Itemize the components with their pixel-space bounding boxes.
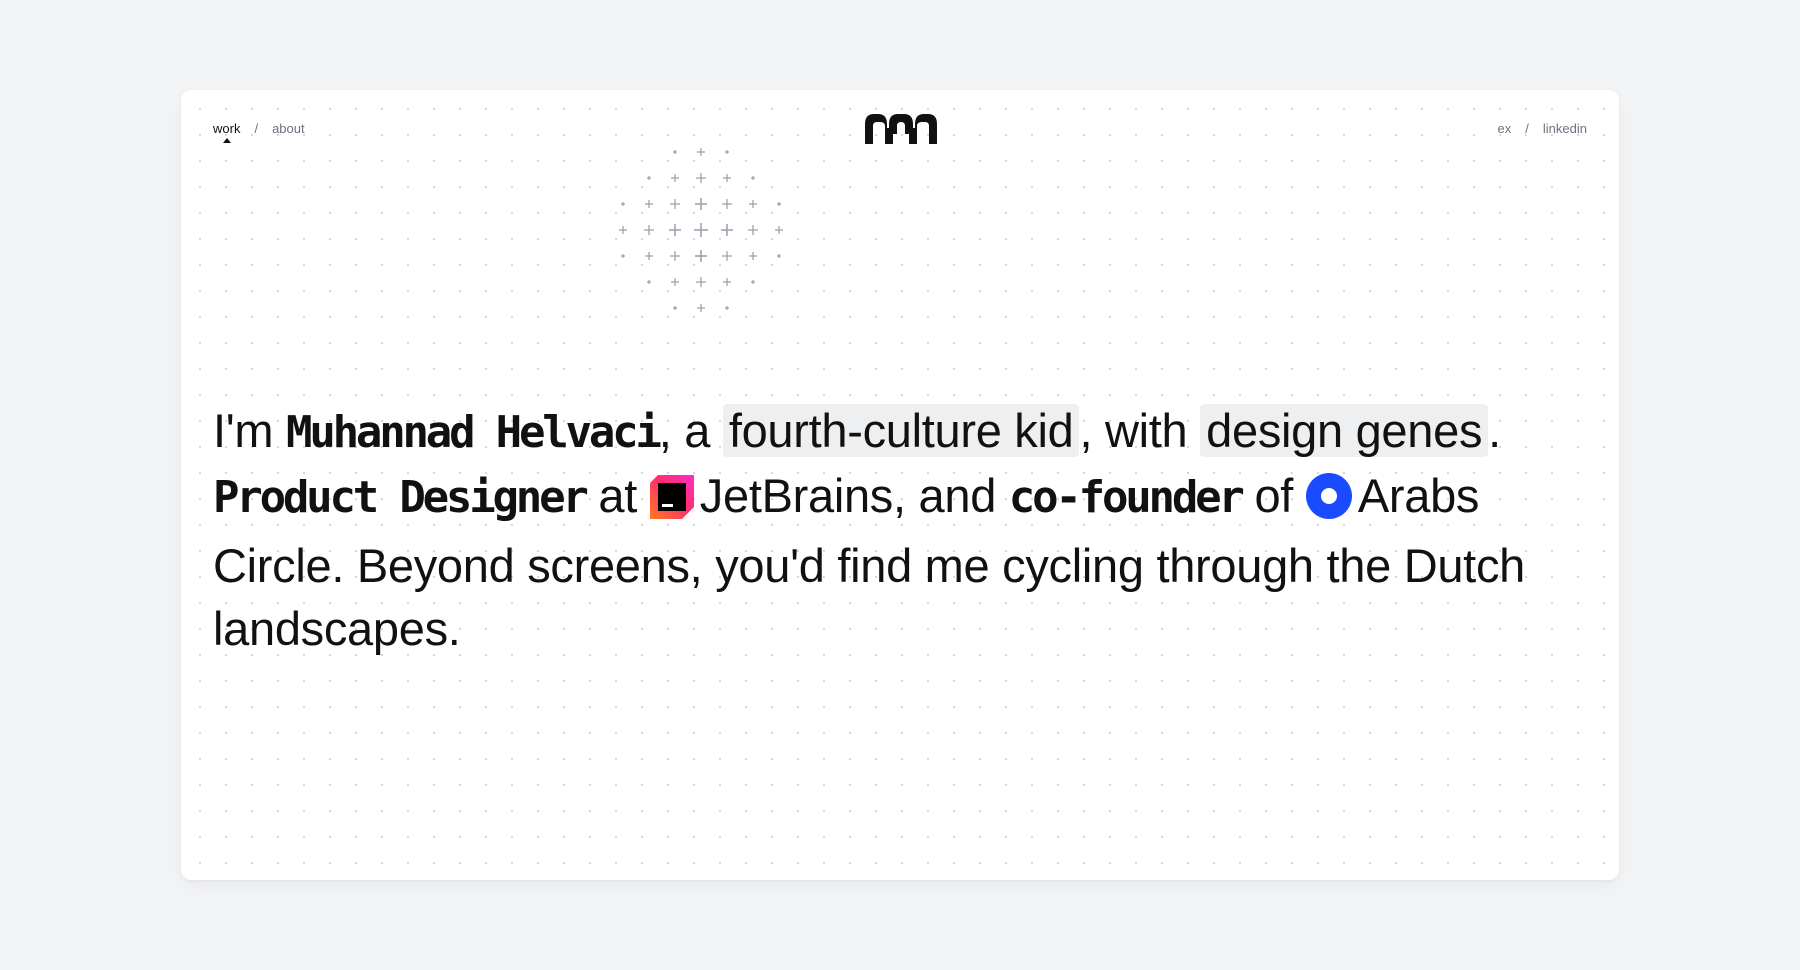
bio-text: , a: [658, 404, 723, 457]
design-genes-highlight[interactable]: design genes: [1200, 404, 1489, 457]
fourth-culture-kid-highlight[interactable]: fourth-culture kid: [722, 404, 1080, 457]
sparkle-plus: [749, 200, 757, 208]
primary-nav: work / about: [213, 121, 305, 143]
sparkle-plus: [645, 200, 653, 208]
sparkle-plus: [723, 278, 731, 286]
sparkle-plus: [725, 150, 729, 154]
sparkle-plus: [696, 173, 706, 183]
sparkle-plus: [697, 304, 705, 312]
sparkle-plus: [751, 176, 755, 180]
sparkle-plus: [647, 176, 651, 180]
nav-work-link[interactable]: work: [213, 121, 240, 143]
plus-sparkle-icon: [601, 130, 801, 330]
jetbrains-logo-icon: [649, 471, 694, 534]
sparkle-plus: [621, 202, 625, 206]
sparkle-plus: [671, 278, 679, 286]
bio-text: at: [585, 469, 650, 522]
jetbrains-link[interactable]: JetBrains: [700, 469, 894, 522]
sparkle-plus: [721, 224, 733, 236]
bio-text: , and: [893, 469, 1009, 522]
bio-name: Muhannad Helvaci: [286, 407, 662, 458]
sparkle-plus: [723, 174, 731, 182]
sparkle-plus: [722, 251, 732, 261]
bio-intro: I'm: [213, 404, 287, 457]
nav-linkedin-link[interactable]: linkedin: [1543, 121, 1587, 136]
sparkle-plus: [722, 199, 732, 209]
sparkle-plus: [725, 306, 729, 310]
m-logo-icon[interactable]: [865, 114, 937, 144]
sparkle-plus: [673, 306, 677, 310]
sparkle-plus: [749, 252, 757, 260]
nav-separator: /: [254, 121, 259, 136]
bio-paragraph: I'm Muhannad Helvaci, a fourth-culture k…: [213, 399, 1603, 660]
nav-ex-link[interactable]: ex: [1498, 121, 1512, 136]
active-indicator-icon: [222, 138, 231, 143]
sparkle-plus: [673, 150, 677, 154]
sparkle-plus: [645, 252, 653, 260]
sparkle-plus: [670, 199, 680, 209]
sparkle-plus: [697, 148, 705, 156]
sparkle-plus: [696, 277, 706, 287]
bio-text: of: [1241, 469, 1306, 522]
sparkle-plus: [621, 254, 625, 258]
sparkle-plus: [777, 254, 781, 258]
sparkle-plus: [751, 280, 755, 284]
nav-about-link[interactable]: about: [272, 121, 305, 136]
sparkle-plus: [619, 226, 627, 234]
bio-cofounder: co-founder: [1008, 472, 1245, 523]
sparkle-plus: [695, 198, 707, 210]
sparkle-plus: [777, 202, 781, 206]
sparkle-plus: [644, 225, 654, 235]
nav-separator: /: [1525, 121, 1529, 136]
bio-text: , with: [1079, 404, 1201, 457]
sparkle-plus: [694, 223, 708, 237]
bio-text: .: [1488, 404, 1501, 457]
sparkle-plus: [748, 225, 758, 235]
social-nav: ex / linkedin: [1498, 121, 1587, 136]
sparkle-plus: [695, 250, 707, 262]
sparkle-plus: [670, 251, 680, 261]
bio-text: . Beyond screens, you'd find me cycling …: [213, 539, 1525, 655]
bio-role: Product Designer: [213, 472, 589, 523]
sparkle-plus: [671, 174, 679, 182]
sparkle-plus: [669, 224, 681, 236]
sparkle-plus: [775, 226, 783, 234]
main-card: work / about ex / linkedin I'm Muhannad …: [181, 90, 1619, 880]
sparkle-plus: [647, 280, 651, 284]
arabs-circle-logo-icon: [1305, 471, 1352, 534]
